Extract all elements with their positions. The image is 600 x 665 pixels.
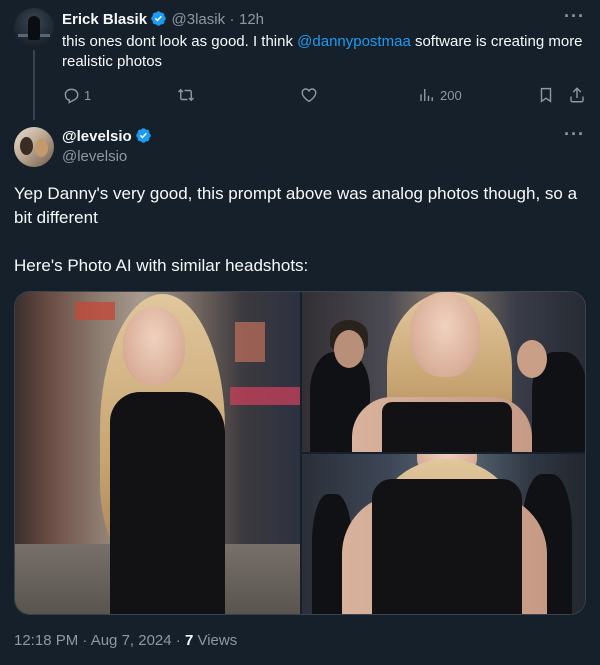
main-author-name[interactable]: @levelsio bbox=[62, 128, 132, 145]
more-icon[interactable]: ··· bbox=[564, 6, 585, 27]
separator-dot: · bbox=[229, 11, 235, 28]
reply-author-avatar[interactable] bbox=[14, 8, 54, 48]
views-icon bbox=[420, 89, 433, 101]
bookmark-button[interactable] bbox=[537, 86, 555, 104]
photo-woman-street[interactable] bbox=[15, 292, 300, 614]
views-count: 200 bbox=[440, 87, 462, 103]
photo-woman-crowd[interactable] bbox=[302, 292, 585, 452]
media-grid bbox=[14, 291, 586, 615]
more-icon[interactable]: ··· bbox=[564, 124, 585, 145]
retweet-button[interactable] bbox=[177, 86, 195, 104]
verified-badge-icon bbox=[135, 128, 151, 143]
share-icon bbox=[570, 87, 584, 103]
retweet-icon bbox=[177, 88, 195, 102]
reply-author-handle[interactable]: @3lasik bbox=[172, 11, 226, 28]
reply-header: Erick Blasik @3lasik · 12h bbox=[62, 10, 264, 29]
main-author-avatar[interactable] bbox=[14, 127, 54, 167]
reply-text-before: this ones dont look as good. I think bbox=[62, 33, 298, 50]
main-tweet-text: Yep Danny's very good, this prompt above… bbox=[14, 182, 589, 302]
verified-badge-icon bbox=[151, 11, 166, 26]
thread-line bbox=[33, 50, 35, 120]
bookmark-icon bbox=[540, 87, 552, 103]
main-paragraph-2: Here's Photo AI with similar headshots: bbox=[14, 256, 309, 275]
reply-actions: 1 200 bbox=[62, 86, 588, 106]
reply-icon bbox=[64, 88, 79, 104]
share-button[interactable] bbox=[568, 86, 586, 104]
mention-link[interactable]: @dannypostmaa bbox=[297, 33, 411, 50]
tweet-timestamp[interactable]: 12:18 PM · Aug 7, 2024 · 7 Views bbox=[14, 632, 237, 649]
main-author-handle[interactable]: @levelsio bbox=[62, 147, 152, 167]
reply-button[interactable]: 1 bbox=[62, 86, 91, 104]
reply-tweet[interactable]: Erick Blasik @3lasik · 12h ··· this ones… bbox=[0, 0, 600, 120]
timestamp-text: 12:18 PM · Aug 7, 2024 · bbox=[14, 632, 185, 649]
reply-text: this ones dont look as good. I think @da… bbox=[62, 32, 587, 72]
reply-author-name[interactable]: Erick Blasik bbox=[62, 11, 147, 28]
photo-woman-night[interactable] bbox=[302, 454, 585, 614]
reply-count: 1 bbox=[84, 87, 92, 103]
views-button[interactable]: 200 bbox=[418, 86, 462, 104]
main-paragraph-1: Yep Danny's very good, this prompt above… bbox=[14, 184, 578, 227]
like-icon bbox=[301, 88, 317, 103]
reply-time[interactable]: 12h bbox=[239, 11, 264, 28]
views-label: Views bbox=[193, 632, 238, 649]
like-button[interactable] bbox=[300, 86, 318, 104]
main-author: @levelsio @levelsio bbox=[62, 127, 152, 167]
